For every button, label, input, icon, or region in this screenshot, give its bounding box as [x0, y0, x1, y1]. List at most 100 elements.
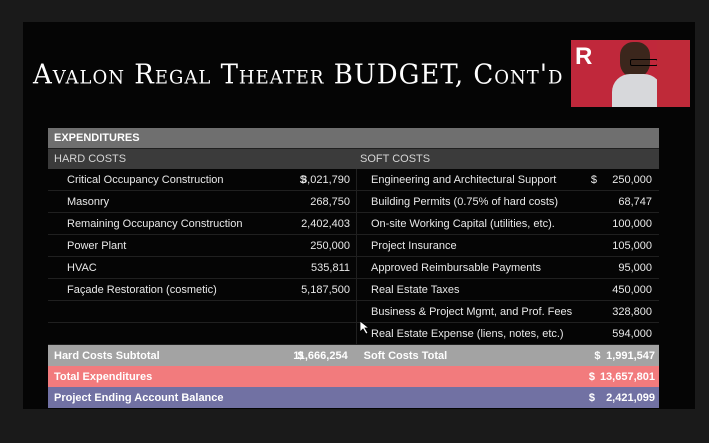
hard-cost-value: 3,021,790: [301, 173, 350, 186]
total-expenditures-value: 13,657,801: [599, 370, 655, 383]
soft-cost-dollar: [577, 213, 597, 234]
hard-cost-label: [48, 323, 281, 344]
soft-costs-header: SOFT COSTS: [360, 153, 431, 165]
hard-subtotal-label: Hard Costs Subtotal: [54, 349, 160, 362]
glasses-icon: [630, 59, 658, 66]
soft-cost-cell-group: Real Estate Taxes 450,000: [357, 279, 659, 300]
hard-cost-cell-group: Power Plant 250,000: [48, 235, 357, 256]
window-frame-left: [0, 0, 23, 443]
hard-cost-cell-group: Remaining Occupancy Construction 2,402,4…: [48, 213, 357, 234]
expenditures-title: EXPENDITURES: [54, 132, 140, 144]
soft-cost-cell-group: Business & Project Mgmt, and Prof. Fees …: [357, 301, 659, 322]
soft-total-label: Soft Costs Total: [363, 349, 448, 362]
table-row: HVAC 535,811 Approved Reimbursable Payme…: [48, 257, 659, 279]
expenditures-header: EXPENDITURES: [48, 128, 659, 149]
hard-cost-value: 268,750: [310, 195, 350, 208]
soft-cost-label: Real Estate Expense (liens, notes, etc.): [371, 327, 564, 340]
soft-cost-cell-group: Approved Reimbursable Payments 95,000: [357, 257, 659, 278]
table-row: Façade Restoration (cosmetic) 5,187,500 …: [48, 279, 659, 301]
hard-cost-cell-group: [48, 301, 357, 322]
table-row: Power Plant 250,000 Project Insurance 10…: [48, 235, 659, 257]
soft-cost-label: Engineering and Architectural Support: [371, 173, 557, 186]
cost-headers: HARD COSTS SOFT COSTS: [48, 149, 659, 169]
presenter-avatar: [612, 40, 662, 107]
hard-cost-label: Power Plant: [67, 239, 127, 252]
soft-cost-label: Project Insurance: [371, 239, 457, 252]
table-row: Critical Occupancy Construction $ 3,021,…: [48, 169, 659, 191]
soft-cost-dollar: [577, 191, 597, 212]
screen: Avalon Regal Theater BUDGET, Cont'd R EX…: [0, 0, 709, 443]
hard-cost-value: [306, 301, 356, 322]
hard-cost-value: 2,402,403: [301, 217, 350, 230]
soft-total-value: 1,991,547: [606, 349, 656, 362]
hard-cost-value: 535,811: [311, 261, 350, 274]
table-row: Remaining Occupancy Construction 2,402,4…: [48, 213, 659, 235]
total-expenditures-row: Total Expenditures $ 13,657,801: [48, 366, 659, 387]
presenter-head: [620, 42, 658, 78]
soft-cost-label: Building Permits (0.75% of hard costs): [371, 195, 559, 208]
soft-cost-label: Real Estate Taxes: [371, 283, 460, 296]
soft-cost-dollar: [577, 301, 597, 322]
hard-cost-dollar: [281, 323, 306, 344]
hard-cost-dollar: [281, 191, 306, 212]
presenter-shirt: [612, 74, 662, 107]
hard-cost-cell-group: Masonry 268,750: [48, 191, 357, 212]
hard-cost-dollar: [281, 257, 306, 278]
soft-cost-label: Business & Project Mgmt, and Prof. Fees: [371, 305, 573, 318]
budget-rows: Critical Occupancy Construction $ 3,021,…: [48, 169, 659, 345]
window-frame-top: [0, 0, 709, 22]
soft-cost-value: 100,000: [612, 217, 652, 230]
soft-cost-dollar: [577, 323, 597, 344]
hard-cost-label: Masonry: [67, 195, 110, 208]
soft-cost-cell-group: On-site Working Capital (utilities, etc)…: [357, 213, 659, 234]
ending-balance-row: Project Ending Account Balance $ 2,421,0…: [48, 387, 659, 408]
soft-cost-value: 95,000: [618, 261, 652, 274]
total-expenditures-label: Total Expenditures: [54, 370, 153, 383]
ending-balance-value: 2,421,099: [606, 391, 655, 404]
window-frame-bottom: [0, 409, 709, 443]
hard-cost-value: [306, 323, 356, 344]
presenter-video-thumbnail[interactable]: R: [571, 40, 690, 107]
slide-title: Avalon Regal Theater BUDGET, Cont'd: [33, 59, 564, 91]
hard-cost-label: HVAC: [67, 261, 97, 274]
hard-cost-label: Critical Occupancy Construction: [67, 173, 224, 186]
ending-balance-label: Project Ending Account Balance: [54, 391, 224, 404]
hard-cost-label: Remaining Occupancy Construction: [67, 217, 243, 230]
hard-cost-cell-group: HVAC 535,811: [48, 257, 357, 278]
hard-cost-label: [48, 301, 281, 322]
soft-cost-dollar: [577, 257, 597, 278]
hard-cost-dollar: [281, 235, 306, 256]
soft-cost-value: 68,747: [618, 195, 652, 208]
table-row: Masonry 268,750 Building Permits (0.75% …: [48, 191, 659, 213]
ending-balance-dollar: $: [588, 391, 595, 404]
window-frame-right: [695, 0, 709, 443]
hard-cost-value: 5,187,500: [301, 283, 350, 296]
soft-cost-dollar: [577, 235, 597, 256]
soft-cost-dollar: [577, 279, 597, 300]
hard-cost-cell-group: [48, 323, 357, 344]
soft-cost-label: On-site Working Capital (utilities, etc)…: [371, 217, 555, 230]
soft-cost-value: 450,000: [612, 283, 652, 296]
hard-cost-cell-group: Critical Occupancy Construction $ 3,021,…: [48, 169, 357, 190]
soft-cost-cell-group: Engineering and Architectural Support $ …: [357, 169, 659, 190]
soft-cost-cell-group: Project Insurance 105,000: [357, 235, 659, 256]
budget-table: EXPENDITURES HARD COSTS SOFT COSTS Criti…: [48, 128, 659, 408]
soft-cost-label: Approved Reimbursable Payments: [371, 261, 541, 274]
soft-cost-cell-group: Real Estate Expense (liens, notes, etc.)…: [357, 323, 659, 344]
hard-cost-label: Façade Restoration (cosmetic): [67, 283, 217, 296]
hard-costs-header: HARD COSTS: [54, 153, 127, 165]
mouse-cursor-icon: [360, 321, 370, 335]
soft-cost-value: 328,800: [612, 305, 652, 318]
total-expenditures-dollar: $: [588, 370, 595, 383]
hard-cost-value: 250,000: [310, 239, 350, 252]
subtotal-row: Hard Costs Subtotal $ 11,666,254 Soft Co…: [48, 345, 659, 366]
brand-logo: R: [575, 43, 593, 70]
hard-cost-cell-group: Façade Restoration (cosmetic) 5,187,500: [48, 279, 357, 300]
table-row: Business & Project Mgmt, and Prof. Fees …: [48, 301, 659, 323]
soft-cost-cell-group: Building Permits (0.75% of hard costs) 6…: [357, 191, 659, 212]
soft-total-dollar: $: [594, 349, 601, 362]
video-background: [657, 40, 690, 107]
table-row: Real Estate Expense (liens, notes, etc.)…: [48, 323, 659, 345]
soft-cost-value: 250,000: [612, 173, 652, 186]
soft-cost-value: 594,000: [612, 327, 652, 340]
